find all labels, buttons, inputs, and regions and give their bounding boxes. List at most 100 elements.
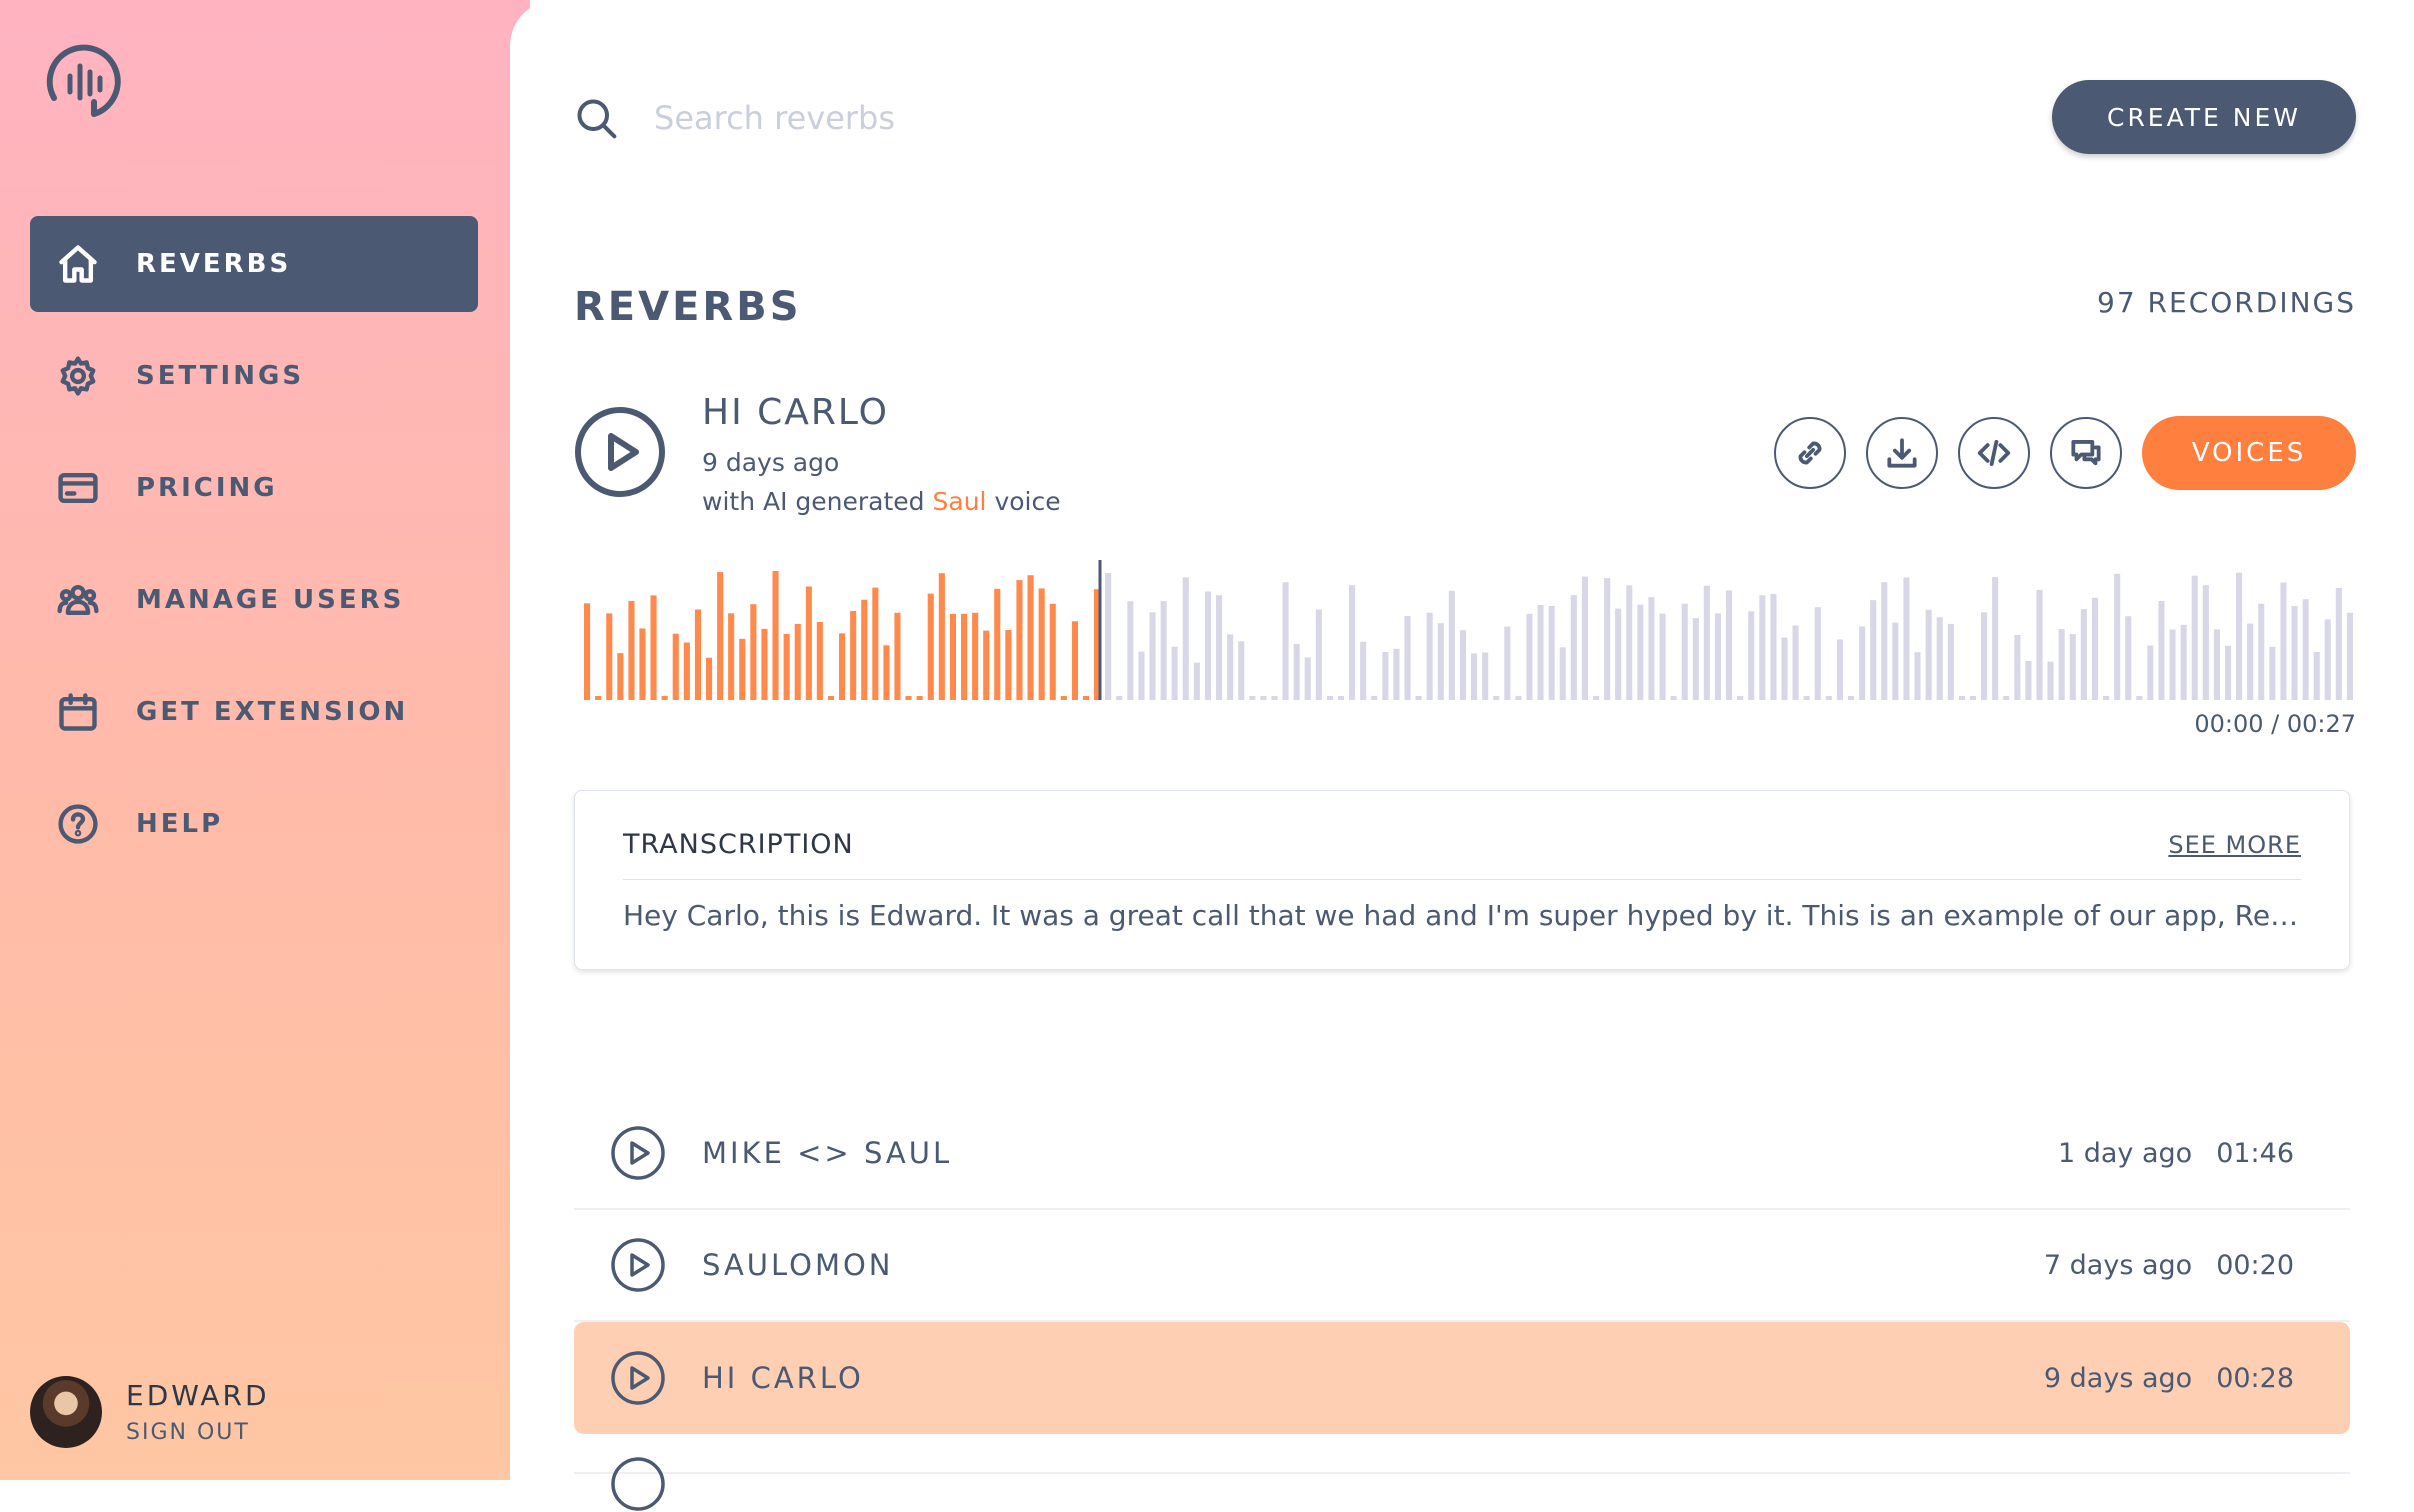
- waveform-bar: [1371, 696, 1378, 700]
- waveform-bar: [2269, 646, 2276, 700]
- row-duration: 00:20: [2216, 1249, 2294, 1281]
- avatar[interactable]: [30, 1376, 102, 1448]
- voice-suffix: voice: [994, 487, 1061, 516]
- audio-waveform[interactable]: [584, 560, 2358, 700]
- waveform-bar: [1360, 641, 1367, 700]
- waveform-bar: [2191, 575, 2198, 700]
- waveform-bar: [1559, 647, 1566, 700]
- waveform-bar: [983, 630, 990, 700]
- waveform-bar: [816, 622, 823, 700]
- waveform-bar: [1958, 696, 1965, 700]
- user-name: EDWARD: [126, 1379, 270, 1412]
- waveform-bar: [1038, 588, 1045, 700]
- waveform-bar: [1825, 696, 1832, 700]
- waveform-bar: [1338, 696, 1345, 700]
- sidebar-item-manage-users[interactable]: MANAGE USERS: [30, 552, 478, 648]
- waveform-bar: [1914, 652, 1921, 700]
- waveform-bar: [1016, 580, 1023, 700]
- comments-button[interactable]: [2050, 417, 2122, 489]
- waveform-bar: [1426, 612, 1433, 700]
- sidebar-item-label: MANAGE USERS: [136, 585, 405, 615]
- embed-code-button[interactable]: [1958, 417, 2030, 489]
- recording-actions: VOICES: [1774, 416, 2356, 490]
- row-meta: 7 days ago 00:20: [2044, 1250, 2294, 1281]
- waveform-bar: [2036, 589, 2043, 700]
- voice-prefix: with AI generated: [702, 487, 925, 516]
- waveform-bar: [1859, 626, 1866, 700]
- waveform-bar: [1792, 625, 1799, 700]
- waveform-bar: [1448, 590, 1455, 700]
- sidebar-item-label: GET EXTENSION: [136, 697, 409, 727]
- waveform-bar: [1282, 582, 1289, 700]
- create-new-button[interactable]: CREATE NEW: [2052, 80, 2356, 154]
- waveform-bar: [1082, 696, 1089, 700]
- waveform-bar: [1493, 696, 1500, 700]
- recording-row[interactable]: MIKE <> SAUL 1 day ago 01:46: [574, 1098, 2350, 1210]
- sidebar-nav: REVERBS SETTINGS PRICING MANAGE USERS GE…: [30, 216, 478, 888]
- waveform-bar: [1803, 696, 1810, 700]
- transcription-divider: [623, 879, 2301, 880]
- waveform-bar: [2069, 634, 2076, 700]
- waveform-bar: [2335, 587, 2342, 700]
- waveform-bar: [1127, 601, 1134, 700]
- waveform-bar: [1903, 577, 1910, 700]
- waveform-bar: [927, 593, 934, 700]
- row-duration: 01:46: [2216, 1137, 2294, 1169]
- waveform-bar: [1471, 653, 1478, 700]
- sidebar-item-label: HELP: [136, 809, 224, 839]
- reverbs-logo-icon[interactable]: [40, 36, 130, 126]
- waveform-bar: [728, 613, 735, 700]
- waveform-bar: [1981, 612, 1988, 700]
- play-icon[interactable]: [610, 1456, 666, 1512]
- sign-out-link[interactable]: SIGN OUT: [126, 1420, 270, 1445]
- waveform-bar: [1238, 641, 1245, 700]
- recording-row-selected[interactable]: HI CARLO 9 days ago 00:28: [574, 1322, 2350, 1434]
- waveform-bar: [1637, 604, 1644, 700]
- waveform-bar: [2236, 572, 2243, 700]
- download-button[interactable]: [1866, 417, 1938, 489]
- waveform-bar: [1116, 696, 1123, 700]
- recording-row[interactable]: [574, 1434, 2350, 1511]
- copy-link-button[interactable]: [1774, 417, 1846, 489]
- waveform-bar: [1005, 630, 1012, 700]
- playhead-cursor[interactable]: [1098, 560, 1102, 700]
- link-icon: [1798, 441, 1822, 465]
- play-icon[interactable]: [610, 1125, 666, 1181]
- recording-row[interactable]: SAULOMON 7 days ago 00:20: [574, 1210, 2350, 1322]
- waveform-bar: [1315, 609, 1322, 700]
- play-icon[interactable]: [610, 1237, 666, 1293]
- waveform-bar: [650, 595, 657, 700]
- voice-name[interactable]: Saul: [933, 487, 987, 516]
- see-more-link[interactable]: SEE MORE: [2168, 831, 2301, 859]
- waveform-bar: [772, 571, 779, 700]
- waveform-bar: [1581, 576, 1588, 700]
- waveform-bar: [628, 600, 635, 700]
- chat-bubbles-icon: [2071, 440, 2101, 466]
- users-icon: [54, 576, 102, 624]
- search-input[interactable]: [652, 92, 1356, 144]
- waveform-bar: [1349, 585, 1356, 700]
- row-title: MIKE <> SAUL: [702, 1136, 953, 1170]
- recording-title: HI CARLO: [702, 392, 890, 433]
- play-icon[interactable]: [574, 406, 666, 498]
- calendar-icon: [54, 688, 102, 736]
- sidebar-item-pricing[interactable]: PRICING: [30, 440, 478, 536]
- transcription-card: TRANSCRIPTION SEE MORE Hey Carlo, this i…: [574, 790, 2350, 970]
- waveform-bar: [1670, 696, 1677, 700]
- waveform-bar: [1648, 597, 1655, 700]
- sidebar-item-help[interactable]: HELP: [30, 776, 478, 872]
- waveform-bar: [1404, 616, 1411, 700]
- waveform-bar: [2346, 612, 2353, 700]
- waveform-bar: [2047, 661, 2054, 700]
- waveform-bar: [672, 633, 679, 700]
- voices-button[interactable]: VOICES: [2142, 416, 2356, 490]
- play-icon[interactable]: [610, 1350, 666, 1406]
- sidebar-item-reverbs[interactable]: REVERBS: [30, 216, 478, 312]
- waveform-bar: [1593, 696, 1600, 700]
- waveform-bar: [1526, 613, 1533, 700]
- sidebar-item-settings[interactable]: SETTINGS: [30, 328, 478, 424]
- sidebar-item-get-extension[interactable]: GET EXTENSION: [30, 664, 478, 760]
- waveform-bar: [2014, 635, 2021, 700]
- waveform-bar: [2103, 696, 2110, 700]
- waveform-bar: [694, 609, 701, 700]
